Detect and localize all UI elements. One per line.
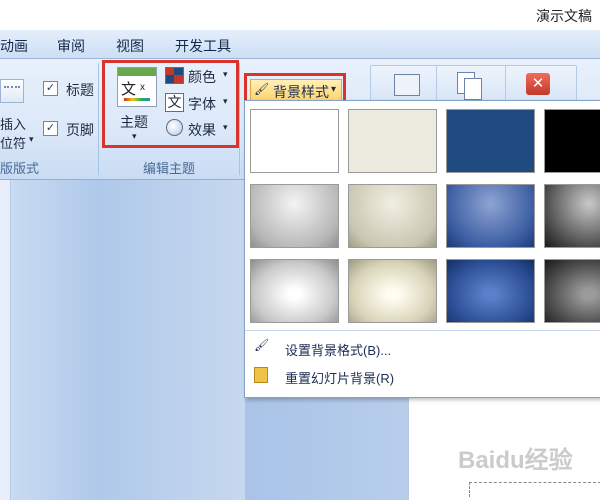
slide-pane [0,180,245,500]
paint-bucket-icon: 🖌 [254,338,270,352]
themes-icon-glyph: 文 [121,81,137,98]
background-styles-dropdown: 🖌 设置背景格式(B)... 重置幻灯片背景(R) [244,100,600,398]
background-style-1[interactable] [250,109,339,173]
ribbon-tab-bar: 动画 审阅 视图 开发工具 [0,30,600,59]
window-title: 演示文稿 [536,8,592,24]
background-style-2[interactable] [348,109,437,173]
reset-slide-background-label: 重置幻灯片背景(R) [285,371,395,386]
themes-icon[interactable]: 文 x [117,67,157,107]
fonts-button-label[interactable]: 字体 [188,94,216,114]
colors-icon[interactable] [165,67,184,84]
format-background-command[interactable]: 🖌 设置背景格式(B)... [245,334,600,362]
watermark: Baidu经验 [458,447,573,474]
colors-button-label[interactable]: 颜色 [188,67,216,87]
insert-placeholder-label-2[interactable]: 位符 [0,133,26,152]
group-label-edit-theme: 编辑主题 [143,161,196,176]
group-separator [239,63,240,175]
insert-placeholder-icon [0,79,24,103]
group-label-layout: 版版式 [0,161,40,176]
background-style-8[interactable] [544,184,600,248]
group-separator [98,63,99,175]
background-style-4[interactable] [544,109,600,173]
fonts-icon[interactable]: 文 [165,93,184,112]
tab-view[interactable]: 视图 [116,36,144,56]
chevron-down-icon: ▾ [132,131,137,141]
dropdown-divider [245,330,600,331]
background-style-10[interactable] [348,259,437,323]
ribbon-button[interactable] [370,65,442,105]
title-bar: 演示文稿 [0,0,600,30]
background-style-7[interactable] [446,184,535,248]
background-style-9[interactable] [250,259,339,323]
background-style-3[interactable] [446,109,535,173]
tab-developer[interactable]: 开发工具 [175,36,231,56]
themes-button-label[interactable]: 主题 [120,112,148,132]
effects-button-label[interactable]: 效果 [188,120,216,140]
footer-checkbox[interactable]: ✓ [43,121,58,136]
background-style-12[interactable] [544,259,600,323]
background-style-6[interactable] [348,184,437,248]
reset-background-icon [254,367,268,383]
background-styles-button-face: 🖌 背景样式 ▾ [250,79,342,102]
chevron-down-icon: ▾ [223,96,228,106]
paint-bucket-icon: 🖌 [254,82,270,96]
chevron-down-icon: ▾ [223,122,228,132]
format-background-label: 设置背景格式(B)... [285,343,392,358]
background-styles-label: 背景样式 [273,84,329,100]
insert-placeholder-label-1[interactable]: 插入 [0,114,26,133]
ribbon-button[interactable]: ✕ [505,65,577,105]
tab-review[interactable]: 审阅 [57,36,85,56]
pane-splitter[interactable] [0,180,11,500]
reset-slide-background-command[interactable]: 重置幻灯片背景(R) [245,362,600,390]
title-checkbox-label: 标题 [66,82,94,98]
chevron-down-icon: ▾ [29,134,34,144]
footer-checkbox-label: 页脚 [66,122,94,138]
close-icon: ✕ [526,73,550,95]
chevron-down-icon: ▾ [223,69,228,79]
title-checkbox[interactable]: ✓ [43,81,58,96]
tab-animations[interactable]: 动画 [0,36,28,56]
effects-icon[interactable] [166,119,183,136]
background-style-5[interactable] [250,184,339,248]
background-style-gallery [245,101,600,330]
ribbon-button[interactable] [436,65,508,105]
background-style-11[interactable] [446,259,535,323]
chevron-down-icon: ▾ [331,84,337,95]
